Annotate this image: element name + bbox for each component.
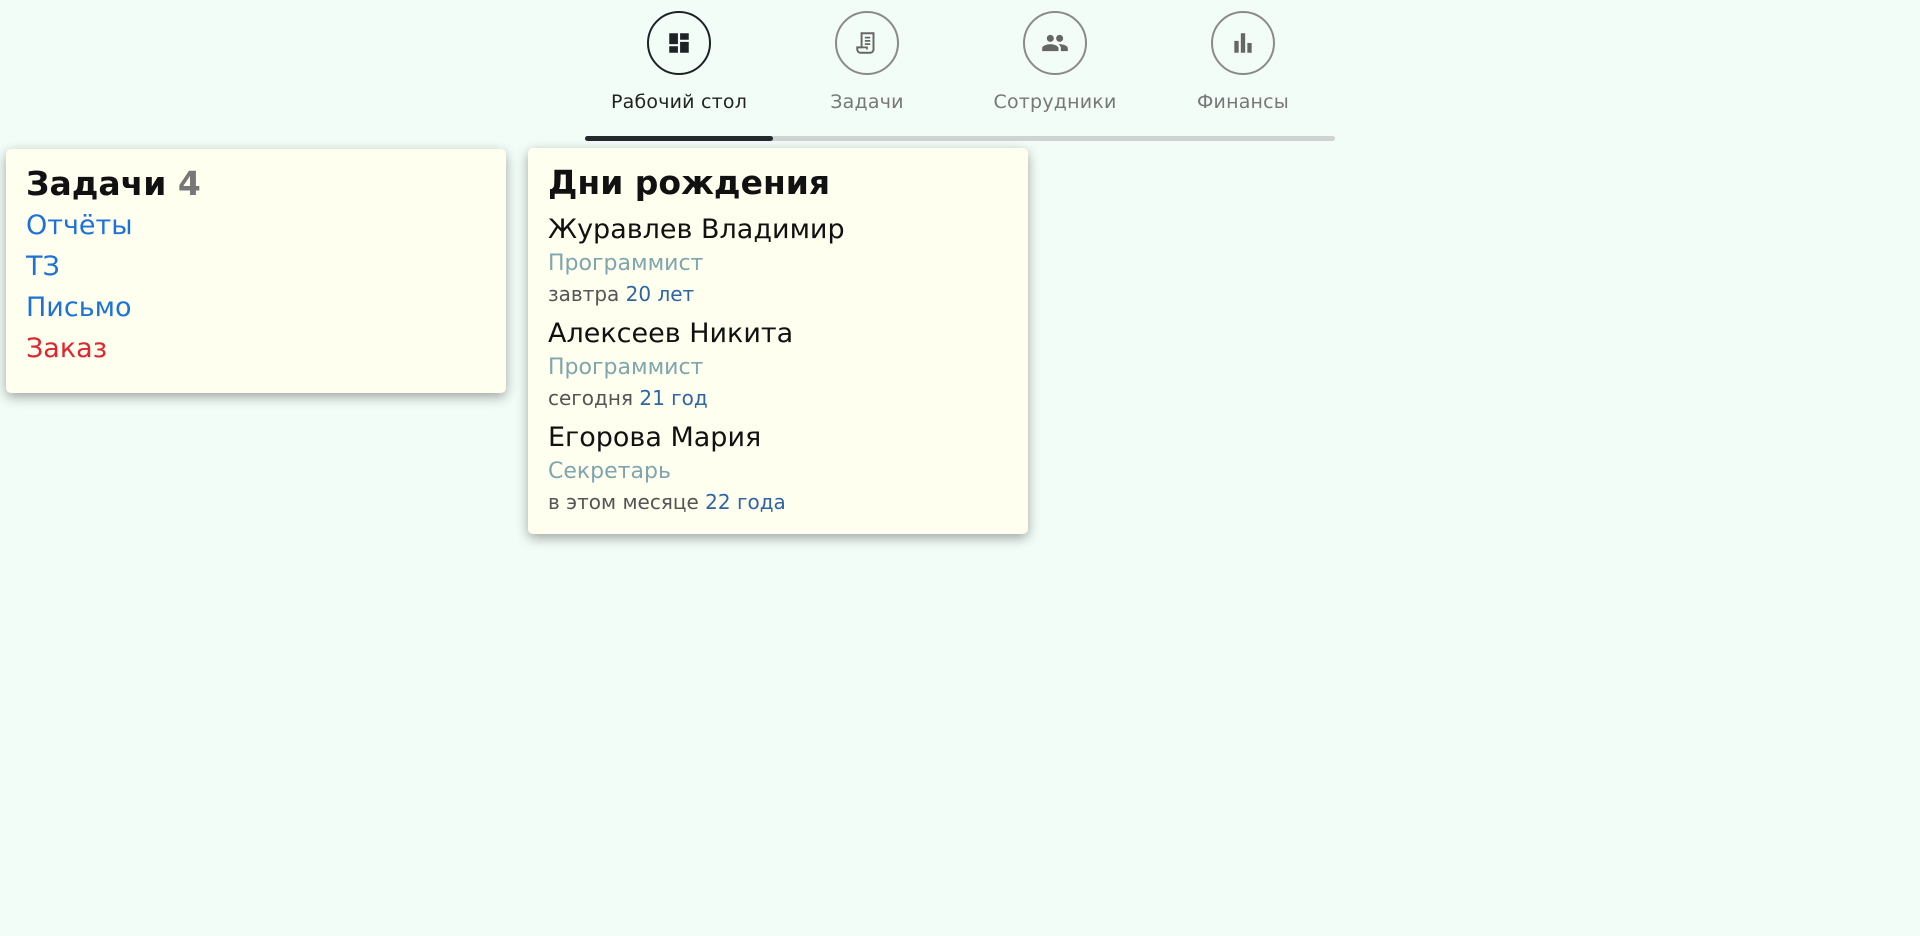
nav-tab-finance[interactable]: Финансы xyxy=(1149,11,1337,113)
nav-circle-finance xyxy=(1211,11,1275,75)
nav-label-finance: Финансы xyxy=(1196,91,1290,113)
birthdays-card: Дни рождения Журавлев Владимир Программи… xyxy=(528,148,1028,534)
birthday-entry: Журавлев Владимир Программист завтра 20 … xyxy=(548,212,1008,308)
nav-label-tasks: Задачи xyxy=(830,91,904,113)
nav-label-dashboard: Рабочий стол xyxy=(610,91,748,113)
birthdays-card-title: Дни рождения xyxy=(548,163,831,202)
nav-tab-dashboard[interactable]: Рабочий стол xyxy=(585,11,773,113)
birthday-age: 20 лет xyxy=(625,282,695,306)
document-icon xyxy=(856,32,875,54)
birthday-person-role: Программист xyxy=(548,355,704,380)
birthday-entry: Егорова Мария Секретарь в этом месяце 22… xyxy=(548,420,1008,516)
birthday-person-name: Алексеев Никита xyxy=(548,318,794,349)
people-icon xyxy=(1042,34,1068,52)
tasks-title-text: Задачи xyxy=(26,164,167,203)
dashboard-icon xyxy=(669,33,689,53)
tasks-card: Задачи 4 Отчёты ТЗ Письмо Заказ xyxy=(6,149,506,393)
birthday-age: 22 года xyxy=(705,490,786,514)
birthday-date-line: в этом месяце 22 года xyxy=(548,488,1008,516)
birthday-date-line: сегодня 21 год xyxy=(548,384,1008,412)
birthday-person-role: Секретарь xyxy=(548,459,671,484)
birthday-date-line: завтра 20 лет xyxy=(548,280,1008,308)
birthday-person-role: Программист xyxy=(548,251,704,276)
nav-circle-dashboard xyxy=(647,11,711,75)
birthday-person-name: Журавлев Владимир xyxy=(548,214,845,245)
birthday-person-name: Егорова Мария xyxy=(548,422,762,453)
birthday-age: 21 год xyxy=(639,386,708,410)
nav-label-employees: Сотрудники xyxy=(993,91,1117,113)
tasks-count-badge: 4 xyxy=(177,164,201,203)
tasks-card-title: Задачи 4 xyxy=(26,163,486,205)
birthday-when: завтра xyxy=(548,282,620,306)
main-nav: Рабочий стол Задачи Сотрудники Финансы xyxy=(585,0,1335,145)
task-link-order[interactable]: Заказ xyxy=(26,328,486,369)
task-link-reports[interactable]: Отчёты xyxy=(26,205,486,246)
nav-track xyxy=(585,136,1335,141)
nav-circle-employees xyxy=(1023,11,1087,75)
task-link-spec[interactable]: ТЗ xyxy=(26,246,486,287)
nav-tab-tasks[interactable]: Задачи xyxy=(773,11,961,113)
nav-tab-employees[interactable]: Сотрудники xyxy=(961,11,1149,113)
task-link-letter[interactable]: Письмо xyxy=(26,287,486,328)
nav-active-indicator xyxy=(585,136,773,141)
nav-circle-tasks xyxy=(835,11,899,75)
bar-chart-icon xyxy=(1234,33,1252,53)
birthday-when: в этом месяце xyxy=(548,490,699,514)
birthday-entry: Алексеев Никита Программист сегодня 21 г… xyxy=(548,316,1008,412)
birthday-when: сегодня xyxy=(548,386,633,410)
